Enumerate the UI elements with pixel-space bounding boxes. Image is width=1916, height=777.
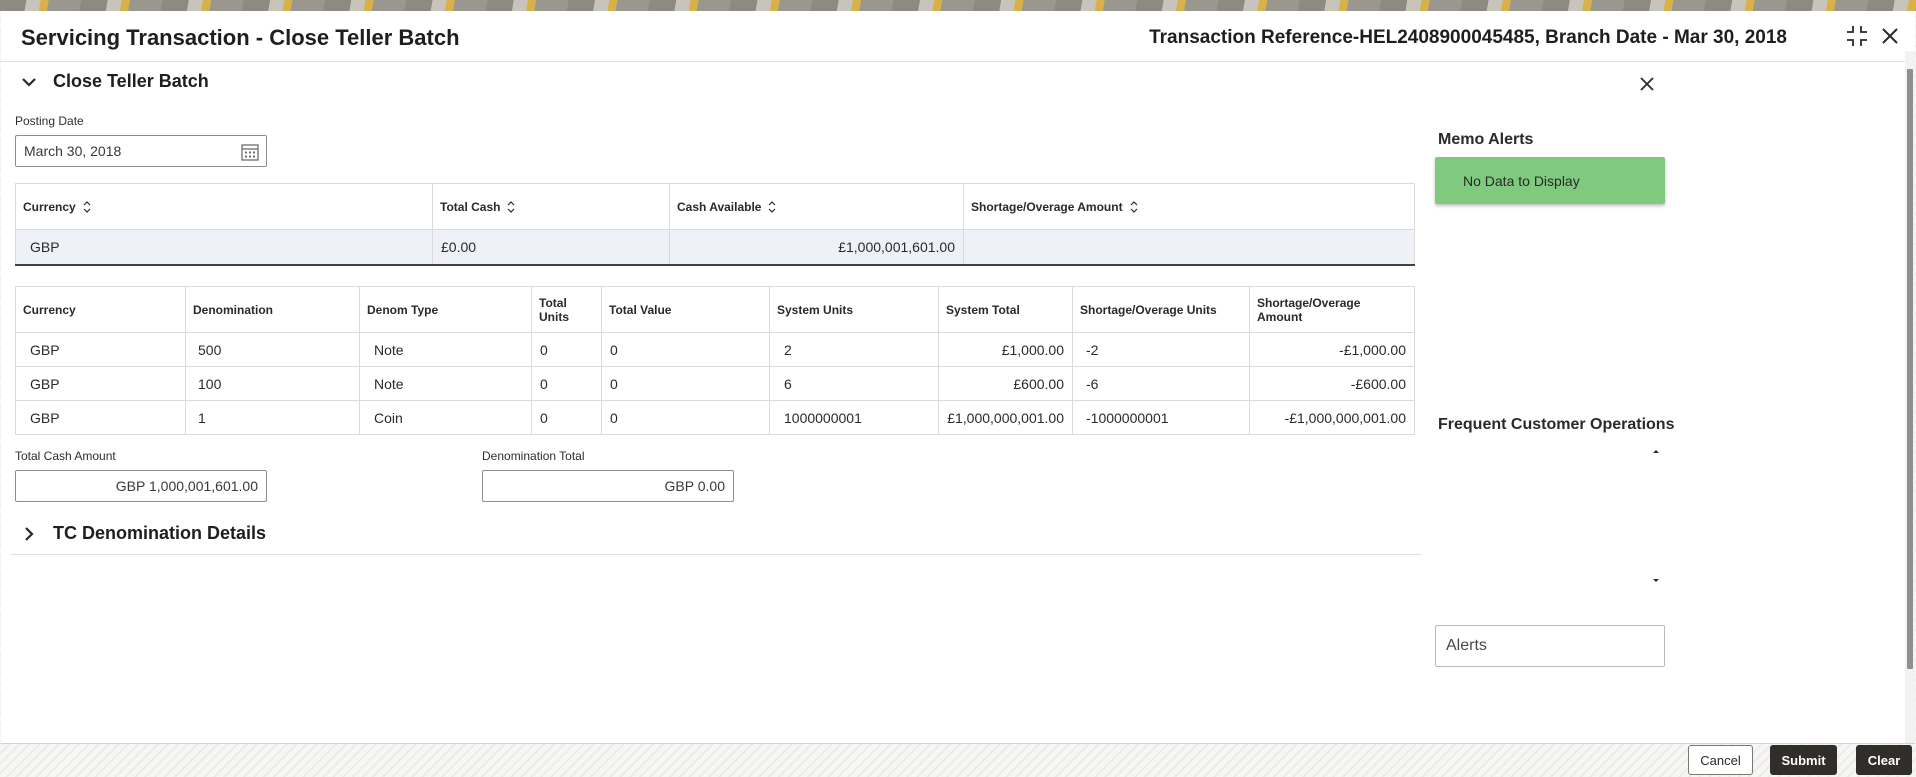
table-row: GBP 500 Note 0 0 2 £1,000.00 -2 -£1,000.…	[15, 332, 1415, 367]
header-currency[interactable]: Currency	[15, 183, 433, 230]
cell-system-total: £600.00	[938, 366, 1073, 401]
cell-total-value: 0	[601, 332, 770, 367]
header-denom-type: Denom Type	[359, 286, 532, 333]
cancel-button[interactable]: Cancel	[1688, 745, 1753, 775]
cell-denomination: 500	[185, 332, 360, 367]
header-cash-available[interactable]: Cash Available	[669, 183, 964, 230]
section-close-teller-batch[interactable]: Close Teller Batch	[19, 71, 209, 92]
submit-button[interactable]: Submit	[1770, 745, 1837, 775]
header-shortage-overage-amount[interactable]: Shortage/Overage Amount	[963, 183, 1415, 230]
title-bar: Servicing Transaction - Close Teller Bat…	[1, 11, 1915, 62]
chevron-right-icon	[25, 526, 34, 541]
cell-currency: GBP	[15, 332, 186, 367]
cell-system-units: 1000000001	[769, 400, 939, 435]
clear-button[interactable]: Clear	[1856, 745, 1912, 775]
header-denomination: Denomination	[185, 286, 360, 333]
table-row: GBP 100 Note 0 0 6 £600.00 -6 -£600.00	[15, 366, 1415, 401]
frequent-operations-title: Frequent Customer Operations	[1438, 416, 1675, 433]
cell-shortage-overage-amount: -£600.00	[1249, 366, 1415, 401]
cell-total-cash: £0.00	[432, 229, 670, 266]
cell-denom-type: Coin	[359, 400, 532, 435]
cell-shortage-overage-units: -6	[1072, 366, 1250, 401]
sort-icon[interactable]	[767, 200, 777, 214]
header-system-units: System Units	[769, 286, 939, 333]
total-cash-amount-field: GBP 1,000,001,601.00	[15, 470, 267, 502]
header-total-value: Total Value	[601, 286, 770, 333]
cell-system-units: 6	[769, 366, 939, 401]
background-banner	[0, 0, 1916, 11]
cell-currency: GBP	[15, 229, 433, 266]
header-shortage-overage-units: Shortage/Overage Units	[1072, 286, 1250, 333]
cell-denom-type: Note	[359, 332, 532, 367]
cell-system-total: £1,000,000,001.00	[938, 400, 1073, 435]
header-total-cash[interactable]: Total Cash	[432, 183, 670, 230]
section-divider	[11, 554, 1421, 555]
window-close-icon[interactable]	[1877, 23, 1903, 49]
minimize-icon[interactable]	[1844, 23, 1870, 49]
alerts-label: Alerts	[1446, 637, 1487, 654]
calendar-icon[interactable]	[240, 142, 260, 162]
chevron-down-icon[interactable]	[1650, 577, 1662, 585]
cash-summary-table: Currency Total Cash Cash Available Short…	[15, 183, 1415, 266]
chevron-down-icon	[22, 77, 36, 87]
transaction-reference: Transaction Reference-HEL2408900045485, …	[1149, 27, 1787, 48]
transaction-window: Servicing Transaction - Close Teller Bat…	[1, 11, 1915, 744]
chevron-up-icon[interactable]	[1650, 447, 1662, 455]
header-total-units: Total Units	[531, 286, 602, 333]
scrollbar[interactable]	[1905, 51, 1915, 743]
cell-shortage-overage-units: -2	[1072, 332, 1250, 367]
cell-shortage-overage-amount: -£1,000.00	[1249, 332, 1415, 367]
cell-total-units[interactable]: 0	[531, 366, 602, 401]
window-title: Servicing Transaction - Close Teller Bat…	[21, 25, 460, 50]
cell-shortage-overage-amount	[963, 229, 1415, 266]
table-row[interactable]: GBP £0.00 £1,000,001,601.00	[15, 229, 1415, 266]
header-shortage-overage-amount: Shortage/Overage Amount	[1249, 286, 1415, 333]
cell-total-units[interactable]: 0	[531, 400, 602, 435]
cell-system-units: 2	[769, 332, 939, 367]
sort-icon[interactable]	[82, 200, 92, 214]
cell-currency: GBP	[15, 400, 186, 435]
posting-date-input[interactable]: March 30, 2018	[15, 135, 267, 167]
cell-total-value: 0	[601, 366, 770, 401]
denomination-total-label: Denomination Total	[482, 449, 585, 463]
posting-date-label: Posting Date	[15, 114, 84, 128]
memo-empty-text: No Data to Display	[1463, 172, 1580, 189]
header-system-total: System Total	[938, 286, 1073, 333]
sort-icon[interactable]	[506, 200, 516, 214]
total-cash-amount-label: Total Cash Amount	[15, 449, 116, 463]
denomination-table: Currency Denomination Denom Type Total U…	[15, 286, 1415, 435]
denomination-total-value: GBP 0.00	[664, 478, 725, 494]
cell-total-value: 0	[601, 400, 770, 435]
denomination-total-field: GBP 0.00	[482, 470, 734, 502]
section-tc-denomination-details[interactable]: TC Denomination Details	[19, 523, 266, 544]
posting-date-value: March 30, 2018	[24, 143, 122, 159]
alerts-field[interactable]: Alerts	[1435, 625, 1665, 667]
header-currency: Currency	[15, 286, 186, 333]
cell-system-total: £1,000.00	[938, 332, 1073, 367]
table-row: GBP 1 Coin 0 0 1000000001 £1,000,000,001…	[15, 400, 1415, 435]
section-title: Close Teller Batch	[53, 71, 209, 91]
cell-denom-type: Note	[359, 366, 532, 401]
cell-currency: GBP	[15, 366, 186, 401]
cell-cash-available: £1,000,001,601.00	[669, 229, 964, 266]
section-title: TC Denomination Details	[53, 523, 267, 543]
cell-shortage-overage-amount: -£1,000,000,001.00	[1249, 400, 1415, 435]
memo-alerts-title: Memo Alerts	[1438, 131, 1534, 148]
memo-alerts-box: No Data to Display	[1435, 157, 1665, 204]
sort-icon[interactable]	[1129, 200, 1139, 214]
close-icon[interactable]	[1638, 75, 1656, 93]
cell-denomination: 100	[185, 366, 360, 401]
cell-total-units[interactable]: 0	[531, 332, 602, 367]
cell-shortage-overage-units: -1000000001	[1072, 400, 1250, 435]
scrollbar-thumb[interactable]	[1907, 69, 1913, 669]
total-cash-amount-value: GBP 1,000,001,601.00	[115, 478, 258, 494]
cell-denomination: 1	[185, 400, 360, 435]
